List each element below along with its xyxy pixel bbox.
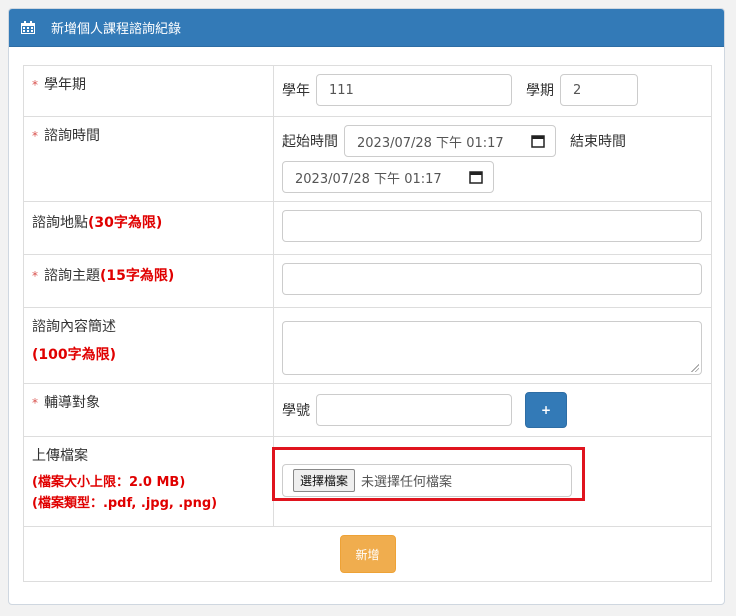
required-mark: *	[32, 129, 38, 143]
field-cell	[273, 201, 712, 255]
field-cell	[273, 254, 712, 308]
required-mark: *	[32, 269, 38, 283]
highlight-box	[272, 447, 585, 501]
label-cell: * 輔導對象	[23, 383, 274, 437]
label-cell: * 諮詢主題(15字為限)	[23, 254, 274, 308]
field-cell: 學號 +	[273, 383, 712, 437]
submit-cell: 新增	[23, 526, 712, 582]
form-panel: 新增個人課程諮詢紀錄 * 學年期 學年 111 學期 2 * 諮詢時間 起始時間…	[8, 8, 725, 605]
year-input[interactable]: 111	[316, 74, 512, 106]
location-limit: (30字為限)	[88, 215, 163, 231]
field-cell: 學年 111 學期 2	[273, 65, 712, 117]
semester-label: 學年期	[44, 77, 86, 93]
location-input[interactable]	[282, 210, 702, 242]
row-target: * 輔導對象 學號 +	[23, 383, 712, 437]
summary-label: 諮詢內容簡述	[32, 319, 116, 335]
submit-button[interactable]: 新增	[339, 535, 396, 573]
summary-limit: (100字為限)	[32, 347, 117, 363]
row-submit: 新增	[23, 526, 712, 582]
start-time-input[interactable]: 2023/07/28 下午 01:17	[344, 125, 556, 157]
page-title: 新增個人課程諮詢紀錄	[51, 22, 182, 37]
required-mark: *	[32, 78, 38, 92]
label-cell: 諮詢內容簡述 (100字為限)	[23, 307, 274, 384]
end-time-input[interactable]: 2023/07/28 下午 01:17	[282, 161, 494, 193]
topic-label: 諮詢主題	[44, 268, 100, 284]
end-time-value: 2023/07/28 下午 01:17	[295, 171, 442, 187]
calendar-picker-icon[interactable]	[469, 170, 483, 184]
start-time-value: 2023/07/28 下午 01:17	[357, 135, 504, 151]
label-cell: 諮詢地點(30字為限)	[23, 201, 274, 255]
time-label: 諮詢時間	[44, 128, 100, 144]
label-cell: * 學年期	[23, 65, 274, 117]
label-cell: * 諮詢時間	[23, 116, 274, 202]
field-cell: 起始時間 2023/07/28 下午 01:17 結束時間 2023/07/28…	[273, 116, 712, 202]
upload-label: 上傳檔案	[32, 448, 88, 464]
upload-type-limit: (檔案類型：.pdf, .jpg, .png)	[32, 496, 218, 511]
row-location: 諮詢地點(30字為限)	[23, 201, 712, 255]
year-label: 學年	[282, 83, 310, 99]
student-id-input[interactable]	[316, 394, 512, 426]
row-topic: * 諮詢主題(15字為限)	[23, 254, 712, 308]
student-id-label: 學號	[282, 403, 310, 419]
target-label: 輔導對象	[44, 395, 100, 411]
panel-heading: 新增個人課程諮詢紀錄	[9, 9, 724, 47]
location-label: 諮詢地點	[32, 215, 88, 231]
field-cell	[273, 307, 712, 384]
add-student-button[interactable]: +	[525, 392, 567, 428]
summary-textarea[interactable]	[282, 321, 702, 375]
term-label: 學期	[526, 83, 554, 99]
end-time-label: 結束時間	[570, 134, 626, 150]
calendar-picker-icon[interactable]	[531, 134, 545, 148]
label-cell: 上傳檔案 (檔案大小上限：2.0 MB) (檔案類型：.pdf, .jpg, .…	[23, 436, 274, 527]
upload-size-limit: (檔案大小上限：2.0 MB)	[32, 475, 186, 490]
start-time-label: 起始時間	[282, 134, 338, 150]
row-semester: * 學年期 學年 111 學期 2	[23, 65, 712, 117]
row-time: * 諮詢時間 起始時間 2023/07/28 下午 01:17 結束時間 202…	[23, 116, 712, 202]
form-table: * 學年期 學年 111 學期 2 * 諮詢時間 起始時間 2023/07/28…	[23, 65, 712, 582]
term-input[interactable]: 2	[560, 74, 638, 106]
topic-input[interactable]	[282, 263, 702, 295]
calendar-icon	[21, 21, 35, 34]
topic-limit: (15字為限)	[100, 268, 175, 284]
resize-grip-icon[interactable]	[691, 364, 699, 372]
required-mark: *	[32, 396, 38, 410]
row-summary: 諮詢內容簡述 (100字為限)	[23, 307, 712, 384]
